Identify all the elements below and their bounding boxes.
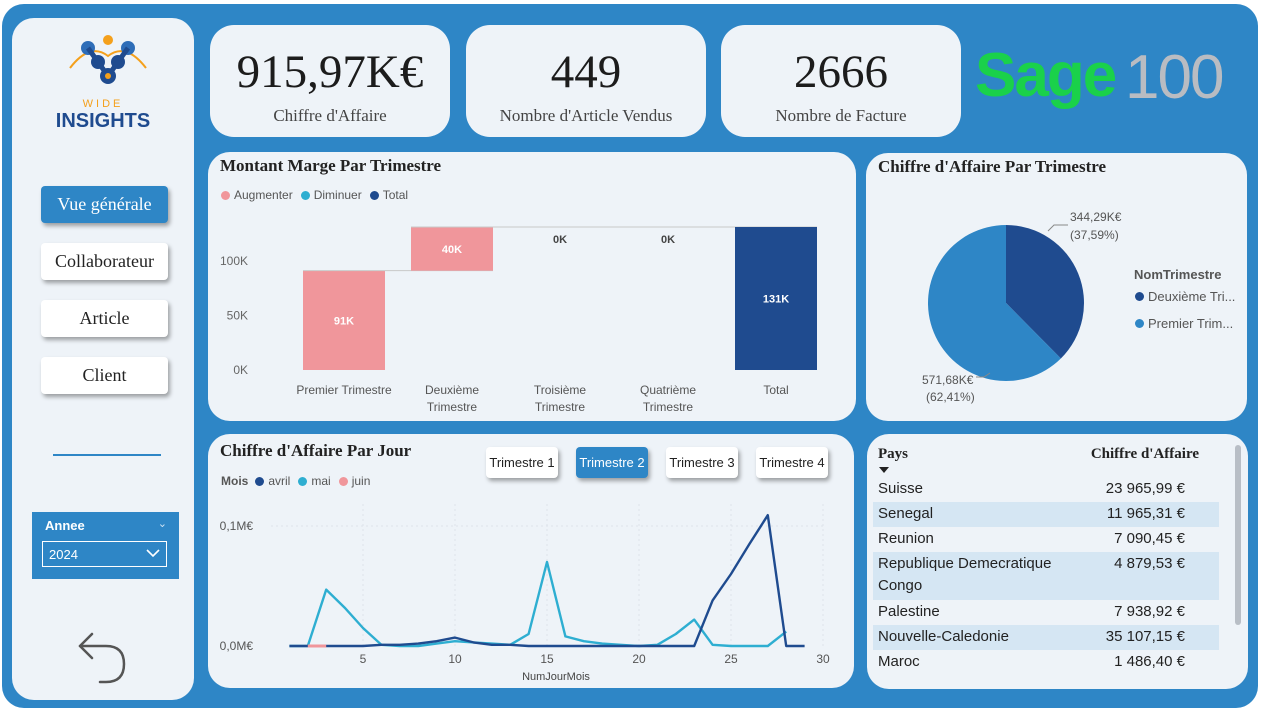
y-tick-label: 100K xyxy=(220,254,248,268)
x-tick-label: Quatrième xyxy=(640,383,696,397)
table-cell-chiffre: 35 107,15 € xyxy=(1105,628,1185,645)
x-tick-label: Deuxième xyxy=(425,383,479,397)
sort-desc-icon xyxy=(879,467,889,473)
kpi-value: 449 xyxy=(550,46,622,98)
table-row[interactable]: Palestine 7 938,92 € xyxy=(873,600,1219,625)
nav-collaborateur-button[interactable]: Collaborateur xyxy=(41,243,168,280)
table-cell-chiffre: 4 879,53 € xyxy=(1114,555,1185,572)
y-tick-label: 0,1M€ xyxy=(220,519,254,533)
legend-dot xyxy=(1135,292,1144,301)
kpi-card-articles-vendus: 449 Nombre d'Article Vendus xyxy=(466,25,706,137)
nav-vue-generale-button[interactable]: Vue générale xyxy=(41,186,168,223)
table-cell-pays: Nouvelle-Caledonie xyxy=(878,628,1009,645)
slicer-collapse-icon[interactable]: ⌄ xyxy=(158,517,167,530)
back-arrow-icon[interactable] xyxy=(76,628,128,686)
wide-insights-logo xyxy=(69,35,147,84)
kpi-card-factures: 2666 Nombre de Facture xyxy=(721,25,961,137)
x-tick-label: 10 xyxy=(448,652,462,666)
pie-legend-item: Deuxième Tri... xyxy=(1135,289,1235,304)
x-axis-label: NumJourMois xyxy=(522,671,590,683)
x-tick-label: Trimestre xyxy=(643,400,694,414)
table-row[interactable]: Maroc 1 486,40 € xyxy=(873,650,1219,675)
legend-label: Deuxième Tri... xyxy=(1148,289,1236,304)
kpi-label: Chiffre d'Affaire xyxy=(273,106,387,125)
pie-value-label: 571,68K€ xyxy=(922,373,974,387)
year-select[interactable]: 2024 xyxy=(42,541,167,567)
kpi-card-chiffre-affaire: 915,97K€ Chiffre d'Affaire xyxy=(210,25,450,137)
table-cell-pays: Republique Demecratique Congo xyxy=(878,555,1052,594)
nav-client-button[interactable]: Client xyxy=(41,357,168,394)
data-label: 0K xyxy=(661,234,675,246)
table-cell-pays: Palestine xyxy=(878,603,940,620)
sage-word: Sage xyxy=(975,41,1117,110)
y-tick-label: 50K xyxy=(227,308,248,322)
x-tick-label: 20 xyxy=(632,652,646,666)
x-tick-label: Trimestre xyxy=(535,400,586,414)
waterfall-chart: 0K 50K 100K 91K Premier Trimestre 40K Deuxième… xyxy=(220,226,817,414)
x-tick-label: 25 xyxy=(724,652,738,666)
x-tick-label: 30 xyxy=(816,652,830,666)
table-cell-pays: Suisse xyxy=(878,480,924,497)
kpi-label: Nombre de Facture xyxy=(775,106,907,125)
pie-percent-label: (62,41%) xyxy=(926,390,975,404)
pie-chart: 344,29K€ (37,59%) 571,68K€ (62,41%) xyxy=(922,210,1122,404)
legend-dot xyxy=(1135,319,1144,328)
year-slicer-title: Annee xyxy=(45,518,85,533)
year-slicer: Annee ⌄ 2024 xyxy=(32,512,179,579)
column-header-pays[interactable]: Pays xyxy=(878,446,908,473)
pie-value-label: 344,29K€ xyxy=(1070,210,1122,224)
data-label: 40K xyxy=(442,244,462,256)
table-scrollbar[interactable] xyxy=(1235,445,1241,625)
x-tick-label: Trimestre xyxy=(427,400,478,414)
table-cell-chiffre: 1 486,40 € xyxy=(1114,653,1185,670)
table-cell-pays: Maroc xyxy=(878,653,920,670)
table-row[interactable]: Suisse 23 965,99 € xyxy=(873,477,1219,502)
table-cell-chiffre: 7 090,45 € xyxy=(1114,530,1185,547)
sage-number: 100 xyxy=(1125,43,1224,112)
logo-text-insights: INSIGHTS xyxy=(55,110,151,132)
pie-legend-title: NomTrimestre xyxy=(1134,267,1222,282)
chevron-down-icon xyxy=(146,549,160,558)
table-cell-chiffre: 11 965,31 € xyxy=(1106,505,1185,522)
column-header-label: Pays xyxy=(878,446,908,462)
x-tick-label: Premier Trimestre xyxy=(296,383,392,397)
y-tick-label: 0K xyxy=(233,363,248,377)
y-tick-label: 0,0M€ xyxy=(220,639,254,653)
table-row[interactable]: Nouvelle-Caledonie 35 107,15 € xyxy=(873,625,1219,650)
kpi-value: 915,97K€ xyxy=(236,46,424,98)
table-row[interactable]: Republique Demecratique Congo 4 879,53 € xyxy=(873,552,1219,600)
table-cell-pays: Senegal xyxy=(878,505,934,522)
table-header: Pays Chiffre d'Affaire xyxy=(873,440,1219,476)
pie-percent-label: (37,59%) xyxy=(1070,228,1119,242)
column-header-chiffre-affaire[interactable]: Chiffre d'Affaire xyxy=(1091,446,1199,463)
sage-100-logo: Sage 100 xyxy=(975,40,1224,130)
data-label: 91K xyxy=(334,315,354,327)
x-tick-label: 5 xyxy=(360,652,367,666)
table-cell-chiffre: 7 938,92 € xyxy=(1114,603,1185,620)
data-label: 131K xyxy=(763,294,789,306)
year-select-value: 2024 xyxy=(49,547,78,562)
country-table: Pays Chiffre d'Affaire Suisse 23 965,99 €… xyxy=(873,440,1221,678)
table-row[interactable]: Senegal 11 965,31 € xyxy=(873,502,1219,527)
logo-text-wide: WIDE xyxy=(82,98,124,110)
kpi-value: 2666 xyxy=(794,46,888,98)
pie-legend-item: Premier Trim... xyxy=(1135,316,1233,331)
nav-article-button[interactable]: Article xyxy=(41,300,168,337)
table-cell-chiffre: 23 965,99 € xyxy=(1105,480,1185,497)
x-tick-label: 15 xyxy=(540,652,554,666)
data-label: 0K xyxy=(553,234,567,246)
legend-label: Premier Trim... xyxy=(1148,316,1234,331)
kpi-label: Nombre d'Article Vendus xyxy=(499,106,673,125)
x-tick-label: Total xyxy=(763,383,788,397)
daily-line-chart: 0,0M€ 0,1M€ 5 10 15 20 25 30 NumJourMois xyxy=(220,504,830,683)
sidebar-divider xyxy=(53,454,161,456)
leader-line xyxy=(1047,224,1068,232)
table-cell-pays: Reunion xyxy=(878,530,934,547)
x-tick-label: Troisième xyxy=(534,383,587,397)
table-row[interactable]: Reunion 7 090,45 € xyxy=(873,527,1219,552)
